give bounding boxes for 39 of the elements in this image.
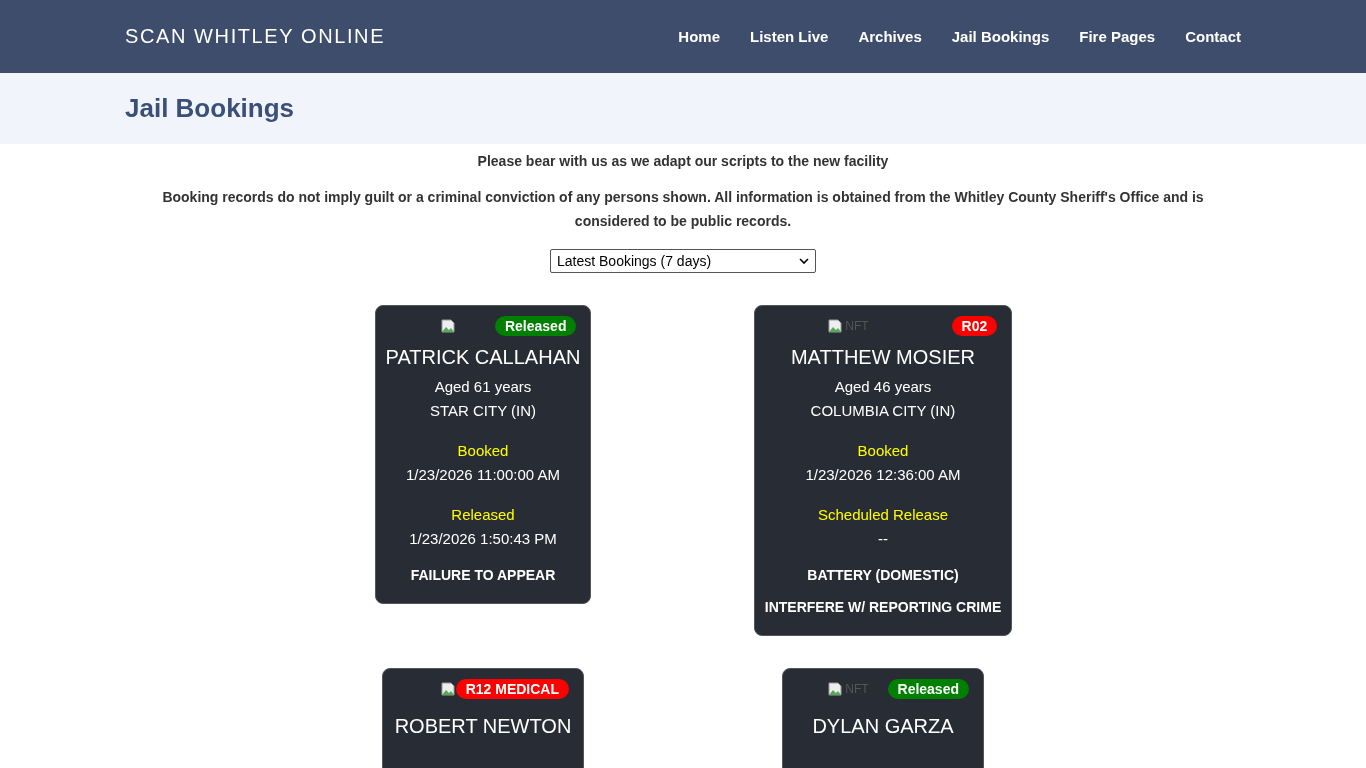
release-date: --: [877, 529, 889, 549]
person-name: ROBERT NEWTON: [393, 715, 573, 738]
booked-date: 1/23/2026 12:36:00 AM: [804, 465, 962, 485]
nav-link[interactable]: Listen Live: [750, 28, 829, 45]
site-title: SCAN WHITLEY ONLINE: [125, 25, 386, 48]
nav-link[interactable]: Contact: [1185, 28, 1241, 45]
charge-text: BATTERY (DOMESTIC): [806, 567, 960, 583]
status-badge: Released: [494, 316, 577, 336]
person-name: MATTHEW MOSIER: [789, 346, 976, 369]
booked-label: Booked: [856, 441, 910, 461]
dropdown-caret-icon: [799, 258, 809, 264]
status-badge: R12 MEDICAL: [455, 679, 569, 699]
nav-link[interactable]: Jail Bookings: [951, 28, 1050, 45]
broken-image-icon: [440, 318, 456, 334]
nav-link[interactable]: Archives: [858, 28, 922, 45]
release-label: Scheduled Release: [816, 505, 950, 525]
disclaimer-text: Booking records do not imply guilt or a criminal conviction of any persons shown. All information is obtained from the Whitley County Sheriff's Office and is considered to be public records.: [161, 188, 1205, 231]
broken-image-icon: [440, 681, 456, 697]
nav-link[interactable]: Fire Pages: [1079, 28, 1156, 45]
nav-link[interactable]: Home: [678, 28, 720, 45]
release-date: 1/23/2026 1:50:43 PM: [408, 529, 558, 549]
page-title: Jail Bookings: [125, 93, 295, 124]
charge-text: FAILURE TO APPEAR: [409, 567, 557, 583]
city-text: STAR CITY (IN): [428, 401, 538, 421]
person-name: DYLAN GARZA: [811, 715, 955, 738]
notice-text: Please bear with us as we adapt our scripts to the new facility: [476, 153, 890, 169]
status-badge: Released: [887, 679, 969, 699]
release-label: Released: [450, 505, 516, 525]
charge-text: INTERFERE W/ REPORTING CRIME: [764, 599, 1002, 615]
booked-date: 1/23/2026 11:00:00 AM: [405, 465, 561, 485]
booking-filter-dropdown[interactable]: Latest Bookings (7 days): [550, 249, 816, 273]
broken-image-icon: [827, 681, 844, 697]
age-text: Aged 46 years: [833, 377, 933, 397]
city-text: COLUMBIA CITY (IN): [809, 401, 957, 421]
status-badge: R02: [951, 316, 998, 336]
person-name: PATRICK CALLAHAN: [385, 346, 581, 369]
booked-label: Booked: [456, 441, 510, 461]
age-text: Aged 61 years: [433, 377, 533, 397]
broken-image-icon: [827, 318, 844, 334]
